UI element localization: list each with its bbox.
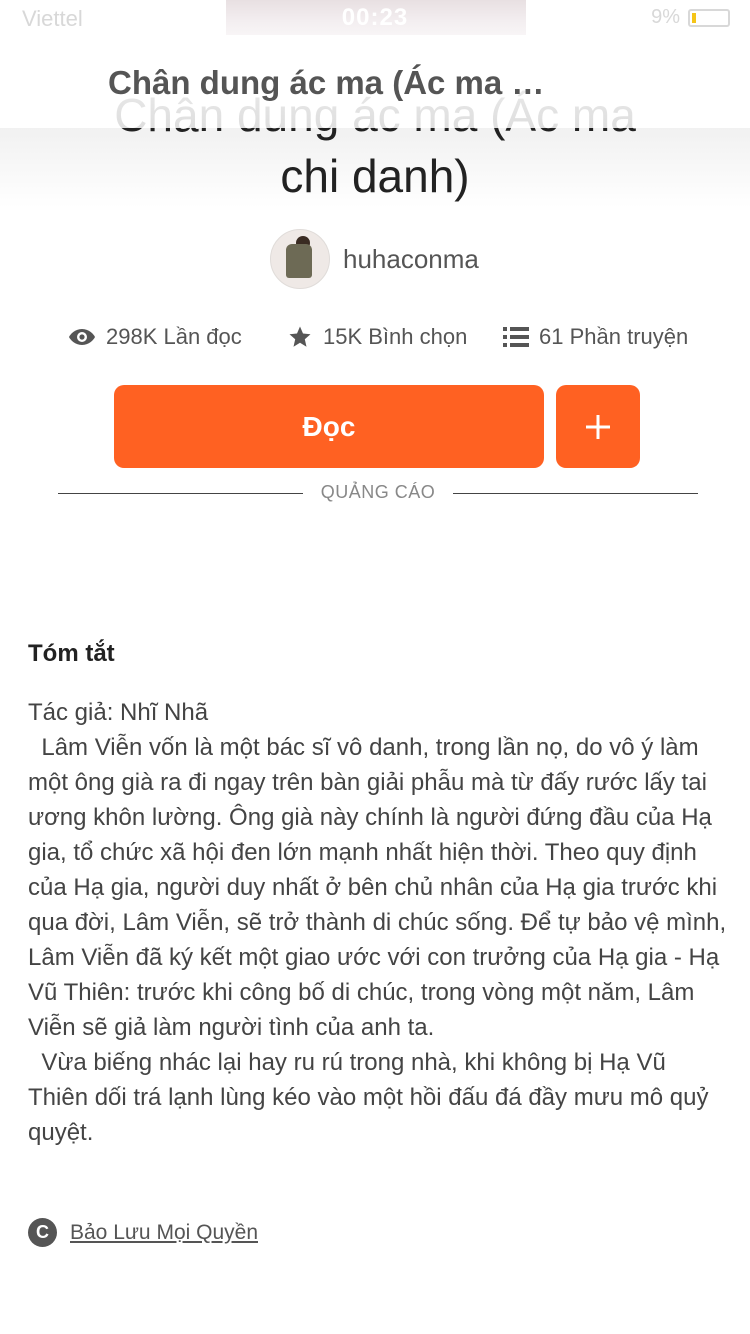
- author-row[interactable]: huhaconma: [270, 229, 479, 289]
- star-icon: [289, 326, 311, 347]
- nav-header: Chân dung ác ma (Ác ma c...: [0, 40, 750, 128]
- status-bar: Viettel 00:23 9%: [0, 0, 750, 40]
- ad-divider-right: [453, 493, 698, 494]
- status-time: 00:23: [341, 4, 409, 31]
- copyright-icon: C: [28, 1218, 57, 1247]
- nav-title: Chân dung ác ma (Ác ma c...: [108, 64, 548, 101]
- rights-row[interactable]: C Bảo Lưu Mọi Quyền: [28, 1218, 258, 1247]
- battery-percent: 9%: [651, 6, 680, 28]
- eye-icon: [69, 329, 95, 345]
- stat-votes-label: 15K Bình chọn: [323, 324, 468, 349]
- status-right: 9%: [651, 6, 730, 29]
- battery-icon: [688, 8, 730, 27]
- ad-divider-left: [58, 493, 303, 494]
- add-to-library-button[interactable]: [556, 385, 640, 468]
- ad-label: QUẢNG CÁO: [320, 482, 436, 502]
- plus-icon: [586, 414, 610, 439]
- battery-fill: [692, 12, 696, 23]
- author-name[interactable]: huhaconma: [343, 244, 479, 275]
- read-button[interactable]: Đọc: [114, 385, 544, 468]
- list-icon: [503, 327, 529, 347]
- stat-votes: 15K Bình chọn: [287, 318, 467, 356]
- summary-paragraph: Tác giả: Nhĩ Nhã Lâm Viễn vốn là một bác…: [28, 699, 727, 1146]
- stat-reads: 298K Lần đọc: [68, 318, 242, 356]
- rights-link[interactable]: Bảo Lưu Mọi Quyền: [70, 1221, 258, 1245]
- stats-row: 298K Lần đọc 15K Bình chọn 61 Phần truyệ…: [0, 318, 750, 358]
- summary-heading: Tóm tắt: [28, 640, 115, 667]
- stat-parts: 61 Phần truyện: [503, 318, 688, 356]
- stat-reads-label: 298K Lần đọc: [106, 324, 242, 349]
- stat-parts-label: 61 Phần truyện: [539, 324, 689, 349]
- summary-text: Tác giả: Nhĩ Nhã Lâm Viễn vốn là một bác…: [28, 695, 728, 1150]
- avatar-body: [286, 244, 312, 278]
- avatar[interactable]: [270, 229, 330, 289]
